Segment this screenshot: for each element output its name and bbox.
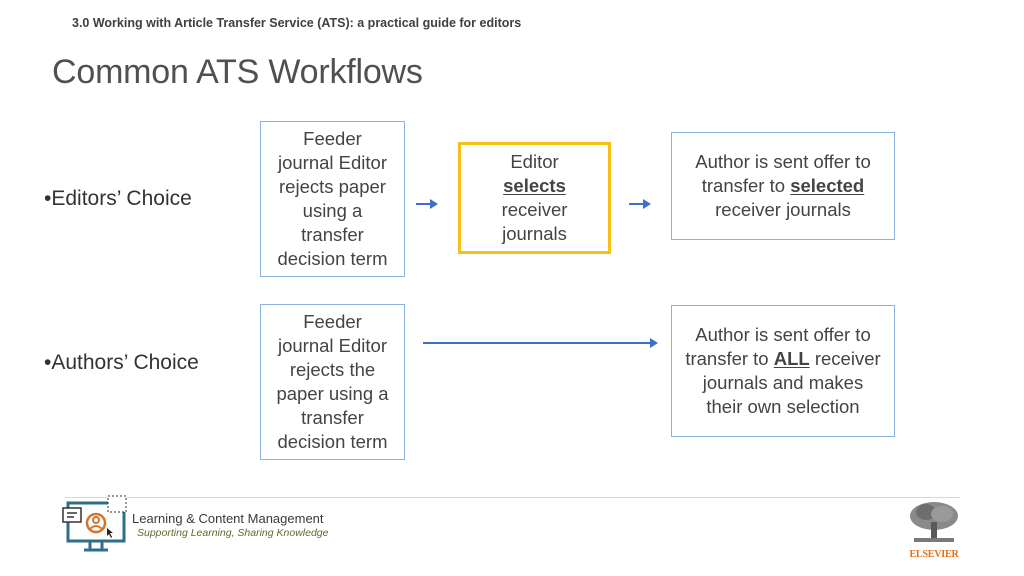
deck-subtitle: 3.0 Working with Article Transfer Servic… bbox=[72, 16, 522, 30]
logo-title: Learning & Content Management bbox=[132, 511, 324, 526]
text-post: receiver journals bbox=[715, 199, 851, 220]
line: transfer bbox=[301, 407, 364, 428]
author-offer-selected-box: Author is sent offer to transfer to sele… bbox=[671, 132, 895, 240]
line: paper using a bbox=[276, 383, 389, 404]
line: decision term bbox=[277, 248, 388, 269]
emphasis-all: ALL bbox=[773, 348, 810, 369]
box-text: Feeder journal Editor rejects paper usin… bbox=[277, 127, 387, 271]
publisher-name: ELSEVIER bbox=[909, 549, 959, 560]
text-pre: Editor bbox=[510, 151, 559, 172]
learning-logo-icon bbox=[60, 493, 132, 560]
editor-selects-box: Editor selects receiver journals bbox=[458, 142, 611, 254]
line: decision term bbox=[277, 431, 388, 452]
bullet-authors-choice: •Authors’ Choice bbox=[44, 351, 199, 374]
line: using a bbox=[302, 200, 363, 221]
line: Feeder bbox=[303, 311, 362, 332]
line: transfer bbox=[301, 224, 364, 245]
box-text: Author is sent offer to transfer to ALL … bbox=[683, 323, 883, 419]
line: Feeder bbox=[303, 128, 362, 149]
box-text: Feeder journal Editor rejects the paper … bbox=[276, 310, 388, 454]
arrow-right-2 bbox=[629, 199, 651, 209]
line: journal Editor bbox=[277, 152, 387, 173]
line: journal Editor bbox=[277, 335, 387, 356]
logo-tagline: Supporting Learning, Sharing Knowledge bbox=[137, 527, 329, 539]
author-offer-all-box: Author is sent offer to transfer to ALL … bbox=[671, 305, 895, 437]
box-text: Editor selects receiver journals bbox=[495, 150, 575, 246]
box-text: Author is sent offer to transfer to sele… bbox=[693, 150, 873, 222]
feeder-editor-rejects-box: Feeder journal Editor rejects paper usin… bbox=[260, 121, 405, 277]
elsevier-tree-icon bbox=[910, 502, 958, 542]
emphasis-selects: selects bbox=[503, 175, 566, 196]
line: rejects the bbox=[289, 359, 376, 380]
feeder-editor-rejects-box-2: Feeder journal Editor rejects the paper … bbox=[260, 304, 405, 460]
arrow-right-long bbox=[423, 338, 658, 348]
elsevier-logo: ELSEVIER bbox=[905, 500, 963, 560]
slide-title: Common ATS Workflows bbox=[52, 53, 423, 91]
text-post: receiver journals bbox=[501, 199, 568, 244]
bullet-editors-choice: •Editors’ Choice bbox=[44, 187, 192, 210]
footer-divider bbox=[65, 497, 960, 498]
emphasis-selected: selected bbox=[790, 175, 865, 196]
line: rejects paper bbox=[279, 176, 386, 197]
arrow-right-1 bbox=[416, 199, 438, 209]
